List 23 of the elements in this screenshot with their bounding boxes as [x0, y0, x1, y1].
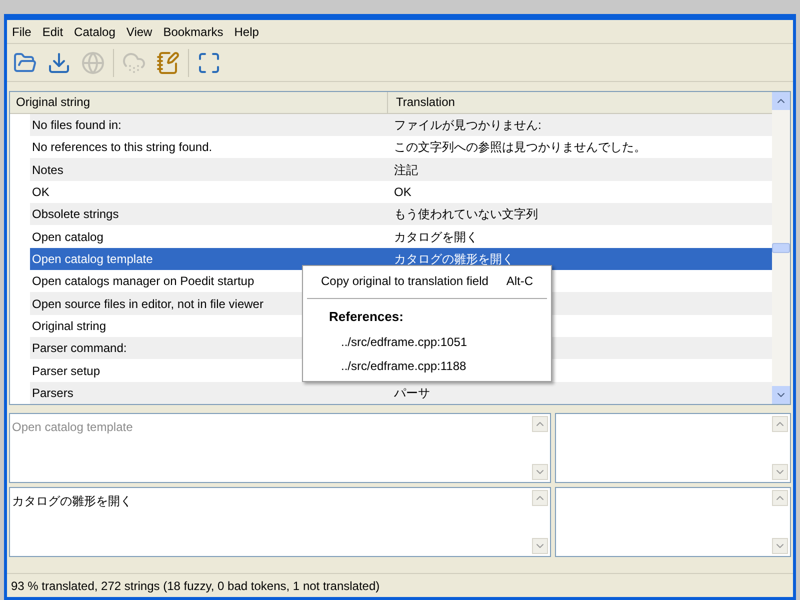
translation-string: OK: [393, 184, 412, 201]
status-bar: 93 % translated, 272 strings (18 fuzzy, 0 bad tokens, 1 not translated): [7, 573, 793, 597]
translation-string: ファイルが見つかりません:: [393, 116, 542, 134]
translation-string: カタログの雛形を開く: [393, 250, 515, 268]
translation-string: 注記: [393, 162, 419, 179]
original-string: Notes: [31, 162, 64, 177]
original-string: Original string: [31, 318, 108, 333]
translation-string: カタログを開く: [393, 228, 479, 246]
original-string: Parser setup: [31, 364, 102, 378]
original-string: OK: [31, 184, 50, 199]
original-string: Open catalog: [31, 230, 104, 244]
translation-string: もう使われていない文字列: [393, 206, 539, 224]
original-string: Obsolete strings: [31, 207, 120, 222]
original-string: Open catalog template: [31, 252, 154, 266]
references-title: References:: [328, 308, 404, 326]
original-string: Parsers: [31, 386, 74, 400]
translation-string: この文字列への参照は見つかりませんでした。: [393, 139, 647, 156]
original-string: No references to this string found.: [31, 140, 214, 154]
original-string: Parser command:: [31, 341, 128, 356]
original-string: Open catalogs manager on Poedit startup: [31, 274, 256, 288]
original-string: Open source files in editor, not in file viewer: [31, 296, 264, 311]
translation-string: パーサ: [393, 384, 431, 402]
original-string: No files found in:: [31, 118, 122, 132]
